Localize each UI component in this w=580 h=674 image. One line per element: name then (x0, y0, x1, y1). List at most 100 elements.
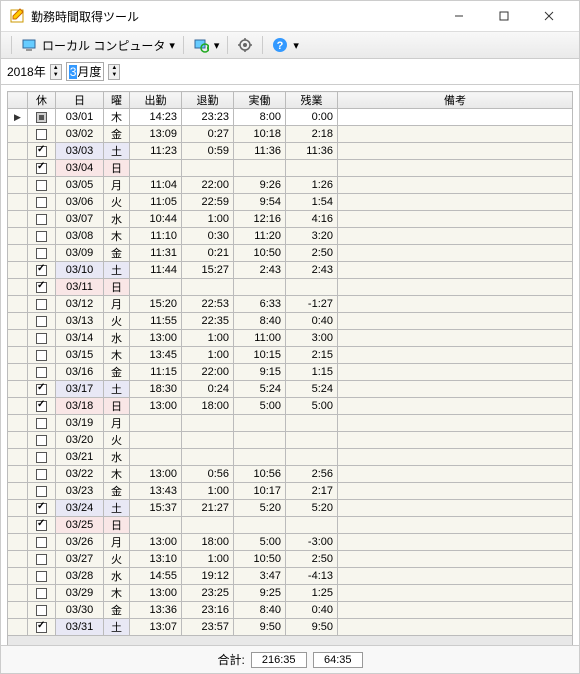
ot-cell[interactable]: 0:00 (286, 109, 338, 126)
date-cell[interactable]: 03/17 (56, 381, 104, 398)
table-row[interactable]: 03/05月11:0422:009:261:26 (8, 177, 573, 194)
holiday-cell[interactable] (28, 483, 56, 500)
ot-cell[interactable] (286, 415, 338, 432)
date-cell[interactable]: 03/21 (56, 449, 104, 466)
checkbox-icon[interactable] (36, 163, 47, 174)
checkbox-icon[interactable] (36, 503, 47, 514)
note-cell[interactable] (338, 313, 573, 330)
month-field[interactable]: 3月度 (66, 62, 105, 81)
ot-cell[interactable]: 2:56 (286, 466, 338, 483)
date-cell[interactable]: 03/27 (56, 551, 104, 568)
holiday-cell[interactable] (28, 415, 56, 432)
work-cell[interactable] (234, 415, 286, 432)
holiday-cell[interactable] (28, 347, 56, 364)
out-cell[interactable]: 23:16 (182, 602, 234, 619)
holiday-cell[interactable] (28, 449, 56, 466)
work-cell[interactable]: 9:54 (234, 194, 286, 211)
note-cell[interactable] (338, 517, 573, 534)
close-button[interactable] (526, 2, 571, 30)
work-cell[interactable] (234, 160, 286, 177)
work-cell[interactable]: 9:25 (234, 585, 286, 602)
out-cell[interactable]: 22:00 (182, 177, 234, 194)
computer-icon[interactable] (20, 36, 38, 54)
checkbox-icon[interactable] (36, 469, 47, 480)
in-cell[interactable]: 11:04 (130, 177, 182, 194)
date-cell[interactable]: 03/23 (56, 483, 104, 500)
in-cell[interactable]: 13:00 (130, 466, 182, 483)
checkbox-icon[interactable] (36, 588, 47, 599)
out-cell[interactable]: 22:35 (182, 313, 234, 330)
out-cell[interactable]: 19:12 (182, 568, 234, 585)
out-cell[interactable]: 0:56 (182, 466, 234, 483)
work-cell[interactable]: 12:16 (234, 211, 286, 228)
holiday-cell[interactable] (28, 619, 56, 636)
out-cell[interactable]: 0:30 (182, 228, 234, 245)
header-out[interactable]: 退勤 (182, 92, 234, 109)
date-cell[interactable]: 03/04 (56, 160, 104, 177)
work-cell[interactable]: 10:50 (234, 245, 286, 262)
out-cell[interactable]: 1:00 (182, 347, 234, 364)
holiday-cell[interactable] (28, 126, 56, 143)
checkbox-icon[interactable] (36, 316, 47, 327)
date-cell[interactable]: 03/13 (56, 313, 104, 330)
date-cell[interactable]: 03/01 (56, 109, 104, 126)
out-cell[interactable]: 1:00 (182, 551, 234, 568)
note-cell[interactable] (338, 228, 573, 245)
checkbox-icon[interactable] (36, 605, 47, 616)
checkbox-icon[interactable] (36, 265, 47, 276)
holiday-cell[interactable] (28, 143, 56, 160)
holiday-cell[interactable] (28, 279, 56, 296)
date-cell[interactable]: 03/02 (56, 126, 104, 143)
ot-cell[interactable]: 0:40 (286, 602, 338, 619)
ot-cell[interactable]: 11:36 (286, 143, 338, 160)
date-cell[interactable]: 03/14 (56, 330, 104, 347)
date-cell[interactable]: 03/12 (56, 296, 104, 313)
target-dropdown[interactable]: ローカル コンピュータ (42, 37, 165, 54)
checkbox-icon[interactable] (36, 214, 47, 225)
note-cell[interactable] (338, 279, 573, 296)
holiday-cell[interactable] (28, 245, 56, 262)
note-cell[interactable] (338, 466, 573, 483)
in-cell[interactable] (130, 449, 182, 466)
work-cell[interactable]: 5:20 (234, 500, 286, 517)
date-cell[interactable]: 03/07 (56, 211, 104, 228)
checkbox-icon[interactable] (36, 554, 47, 565)
date-cell[interactable]: 03/20 (56, 432, 104, 449)
header-work[interactable]: 実働 (234, 92, 286, 109)
table-row[interactable]: 03/24土15:3721:275:205:20 (8, 500, 573, 517)
table-row[interactable]: 03/29木13:0023:259:251:25 (8, 585, 573, 602)
note-cell[interactable] (338, 262, 573, 279)
holiday-cell[interactable] (28, 398, 56, 415)
checkbox-icon[interactable] (36, 248, 47, 259)
out-cell[interactable]: 1:00 (182, 330, 234, 347)
out-cell[interactable]: 22:00 (182, 364, 234, 381)
table-row[interactable]: 03/11日 (8, 279, 573, 296)
note-cell[interactable] (338, 398, 573, 415)
in-cell[interactable]: 13:09 (130, 126, 182, 143)
work-cell[interactable] (234, 517, 286, 534)
ot-cell[interactable]: 1:25 (286, 585, 338, 602)
holiday-cell[interactable] (28, 500, 56, 517)
table-row[interactable]: 03/27火13:101:0010:502:50 (8, 551, 573, 568)
table-row[interactable]: 03/03土11:230:5911:3611:36 (8, 143, 573, 160)
in-cell[interactable]: 18:30 (130, 381, 182, 398)
ot-cell[interactable]: 2:50 (286, 551, 338, 568)
work-cell[interactable]: 9:50 (234, 619, 286, 636)
work-cell[interactable]: 11:20 (234, 228, 286, 245)
work-cell[interactable]: 10:56 (234, 466, 286, 483)
ot-cell[interactable]: 3:00 (286, 330, 338, 347)
table-row[interactable]: 03/01木14:2323:238:000:00 (8, 109, 573, 126)
header-ot[interactable]: 残業 (286, 92, 338, 109)
work-cell[interactable] (234, 279, 286, 296)
help-icon[interactable]: ? (271, 36, 289, 54)
ot-cell[interactable]: -3:00 (286, 534, 338, 551)
note-cell[interactable] (338, 585, 573, 602)
checkbox-icon[interactable] (36, 350, 47, 361)
table-row[interactable]: 03/28水14:5519:123:47-4:13 (8, 568, 573, 585)
work-cell[interactable]: 5:00 (234, 398, 286, 415)
note-cell[interactable] (338, 364, 573, 381)
ot-cell[interactable]: 2:17 (286, 483, 338, 500)
table-row[interactable]: 03/18日13:0018:005:005:00 (8, 398, 573, 415)
ot-cell[interactable]: 2:50 (286, 245, 338, 262)
out-cell[interactable] (182, 160, 234, 177)
